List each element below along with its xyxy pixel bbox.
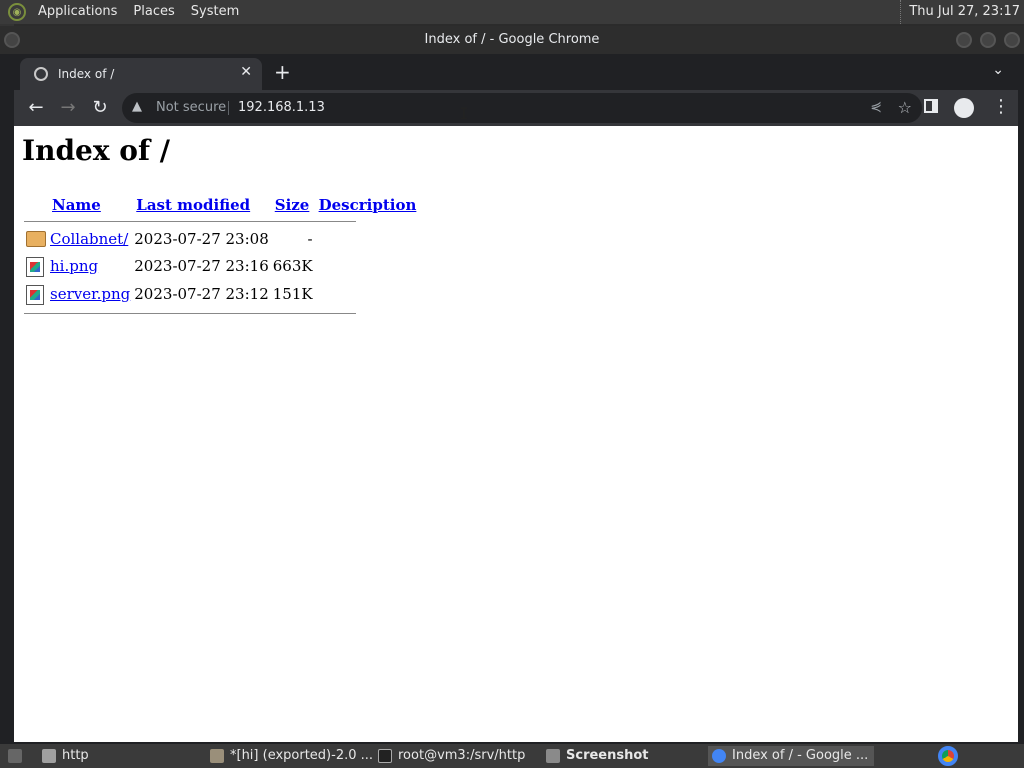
tab-title: Index of / xyxy=(58,67,115,81)
close-window-button[interactable] xyxy=(1004,32,1020,48)
chrome-window: Index of / - Google Chrome Index of / ✕ … xyxy=(0,26,1024,744)
tab-search-chevron-icon[interactable]: ⌄ xyxy=(992,62,1004,78)
address-bar[interactable]: ▲ Not secure 192.168.1.13 ⋞ ☆ xyxy=(122,93,922,123)
description-cell xyxy=(315,280,421,308)
sort-by-description-link[interactable]: Description xyxy=(319,196,417,214)
icon-column-header xyxy=(24,194,48,216)
side-panel-icon[interactable] xyxy=(924,99,938,113)
image-icon xyxy=(26,285,44,305)
size-cell: 151K xyxy=(272,285,313,303)
taskbar-item-terminal[interactable]: root@vm3:/srv/http xyxy=(374,746,534,766)
taskbar-item-http[interactable]: http xyxy=(38,746,188,766)
taskbar-label: http xyxy=(62,748,89,763)
taskbar-item-gimp[interactable]: *[hi] (exported)-2.0 ... xyxy=(206,746,374,766)
new-tab-button[interactable]: + xyxy=(274,58,291,86)
places-menu[interactable]: Places xyxy=(125,0,182,24)
sort-by-size-link[interactable]: Size xyxy=(275,196,310,214)
system-menu[interactable]: System xyxy=(183,0,247,24)
header-separator xyxy=(24,216,420,226)
file-link-hi-png[interactable]: hi.png xyxy=(50,257,98,275)
taskbar-item-chrome[interactable]: Index of / - Google ... xyxy=(708,746,874,766)
screenshot-icon xyxy=(546,749,560,763)
modified-cell: 2023-07-27 23:12 xyxy=(134,285,269,303)
taskbar-label: *[hi] (exported)-2.0 ... xyxy=(230,748,374,763)
window-controls xyxy=(956,32,1020,48)
bookmark-star-icon[interactable]: ☆ xyxy=(898,98,912,117)
folder-icon xyxy=(42,749,56,763)
tab-close-icon[interactable]: ✕ xyxy=(240,64,252,80)
clock[interactable]: Thu Jul 27, 23:17 xyxy=(900,0,1020,24)
applications-menu[interactable]: Applications xyxy=(30,0,125,24)
chrome-menu-icon[interactable]: ⋮ xyxy=(992,96,1010,117)
desktop: ◉ Applications Places System Thu Jul 27,… xyxy=(0,0,1024,768)
footer-separator xyxy=(24,308,420,318)
page-content: Index of / Name Last modified Size Descr… xyxy=(14,126,1018,742)
chrome-tray-icon[interactable] xyxy=(938,746,958,766)
gimp-icon xyxy=(210,749,224,763)
description-cell xyxy=(315,252,421,280)
size-cell: 663K xyxy=(272,257,313,275)
show-desktop-icon xyxy=(8,749,22,763)
warning-triangle-icon[interactable]: ▲ xyxy=(132,99,142,114)
image-icon xyxy=(26,257,44,277)
taskbar-item-screenshot[interactable]: Screenshot xyxy=(542,746,702,766)
table-row: server.png 2023-07-27 23:12 151K xyxy=(24,280,420,308)
text-cursor-icon: I xyxy=(459,104,469,123)
size-cell: - xyxy=(307,230,313,248)
description-cell xyxy=(315,226,421,252)
omnibox-divider xyxy=(228,101,229,115)
top-panel: ◉ Applications Places System Thu Jul 27,… xyxy=(0,0,1024,24)
file-link-collabnet[interactable]: Collabnet/ xyxy=(50,230,128,248)
modified-cell: 2023-07-27 23:16 xyxy=(134,257,269,275)
distro-logo-icon[interactable]: ◉ xyxy=(8,3,26,21)
table-row: Collabnet/ 2023-07-27 23:08 - xyxy=(24,226,420,252)
profile-avatar-icon[interactable] xyxy=(954,98,974,118)
window-menu-buttons xyxy=(4,32,20,48)
tab-index[interactable]: Index of / ✕ xyxy=(20,58,262,90)
folder-icon xyxy=(26,231,46,247)
globe-icon xyxy=(34,67,48,81)
taskbar-label: Index of / - Google ... xyxy=(732,748,869,763)
tab-strip: Index of / ✕ + ⌄ xyxy=(14,54,1018,90)
back-button[interactable]: ← xyxy=(24,96,48,120)
maximize-button[interactable] xyxy=(980,32,996,48)
window-menu-icon[interactable] xyxy=(4,32,20,48)
directory-listing: Name Last modified Size Description Coll… xyxy=(24,194,420,318)
chrome-icon xyxy=(712,749,726,763)
forward-button[interactable]: → xyxy=(56,96,80,120)
terminal-icon xyxy=(378,749,392,763)
minimize-button[interactable] xyxy=(956,32,972,48)
page-title: Index of / xyxy=(22,134,170,167)
security-label[interactable]: Not secure xyxy=(156,100,226,115)
modified-cell: 2023-07-27 23:08 xyxy=(134,230,269,248)
taskbar-label: Screenshot xyxy=(566,748,649,763)
window-title: Index of / - Google Chrome xyxy=(424,32,600,47)
browser-toolbar: ← → ↻ ▲ Not secure 192.168.1.13 ⋞ ☆ ⋮ xyxy=(14,90,1018,126)
bottom-taskbar: http *[hi] (exported)-2.0 ... root@vm3:/… xyxy=(0,744,1024,768)
file-link-server-png[interactable]: server.png xyxy=(50,285,130,303)
reload-button[interactable]: ↻ xyxy=(88,96,112,120)
sort-by-name-link[interactable]: Name xyxy=(52,196,101,214)
url-text[interactable]: 192.168.1.13 xyxy=(238,100,325,115)
share-icon[interactable]: ⋞ xyxy=(870,99,882,115)
sort-by-modified-link[interactable]: Last modified xyxy=(136,196,250,214)
taskbar-label: root@vm3:/srv/http xyxy=(398,748,526,763)
table-row: hi.png 2023-07-27 23:16 663K xyxy=(24,252,420,280)
show-desktop-button[interactable] xyxy=(4,746,26,766)
window-titlebar[interactable]: Index of / - Google Chrome xyxy=(0,26,1024,54)
listing-header-row: Name Last modified Size Description xyxy=(24,194,420,216)
